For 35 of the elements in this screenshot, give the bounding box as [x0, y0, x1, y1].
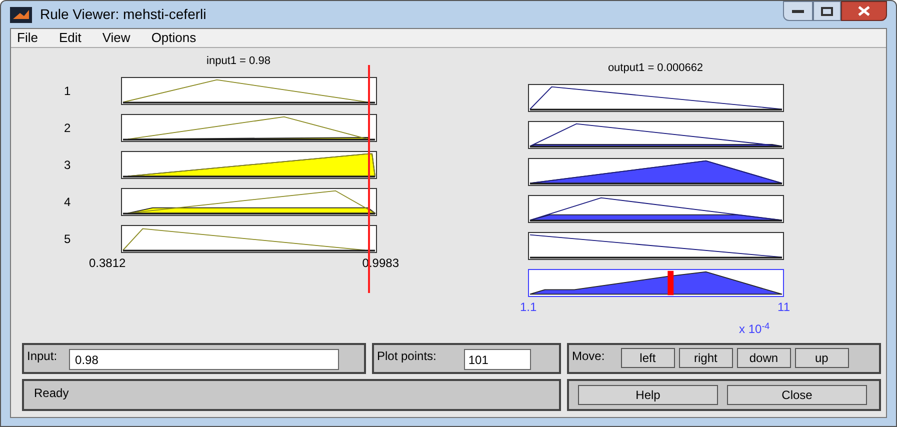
- action-button[interactable]: Close: [727, 385, 867, 405]
- maximize-icon: [821, 6, 833, 16]
- window-title: Rule Viewer: mehsti-ceferli: [40, 5, 206, 24]
- move-button[interactable]: left: [620, 348, 675, 368]
- menu-item[interactable]: Options: [148, 28, 200, 48]
- rule-number: 2: [63, 120, 72, 137]
- move-button[interactable]: right: [678, 348, 733, 368]
- menu-item[interactable]: File: [14, 28, 41, 48]
- input-field[interactable]: 0.98: [69, 349, 340, 370]
- minimize-icon: [792, 9, 804, 13]
- plot-points-label: Plot points:: [377, 348, 436, 365]
- rule-number: 3: [63, 157, 72, 174]
- menu-item[interactable]: Edit: [56, 28, 84, 48]
- input-variable-label: input1 = 0.98: [206, 54, 272, 69]
- plot-points-field[interactable]: 101: [464, 349, 532, 370]
- rule-number: 4: [63, 194, 72, 211]
- menu-item[interactable]: View: [99, 28, 134, 48]
- output-variable-label: output1 = 0.000662: [606, 61, 704, 76]
- axis-label: 0.3812: [89, 255, 126, 272]
- input-label: Input:: [27, 348, 58, 365]
- status-bar: Ready: [22, 379, 561, 411]
- axis-multiplier: x 10$^{-4}$: [739, 320, 770, 338]
- move-label: Move:: [572, 348, 605, 365]
- move-button[interactable]: down: [736, 348, 791, 368]
- rule-number: 1: [63, 83, 72, 100]
- minimize-button[interactable]: [783, 1, 813, 21]
- axis-label: 11: [778, 299, 790, 316]
- close-icon: [858, 6, 870, 16]
- axis-label: 1.1: [520, 299, 537, 316]
- close-window-button[interactable]: [841, 1, 887, 21]
- maximize-button[interactable]: [813, 1, 841, 21]
- app-logo-icon: [10, 6, 32, 22]
- move-button[interactable]: up: [794, 348, 849, 368]
- rule-number: 5: [63, 231, 72, 248]
- action-button[interactable]: Help: [578, 385, 718, 405]
